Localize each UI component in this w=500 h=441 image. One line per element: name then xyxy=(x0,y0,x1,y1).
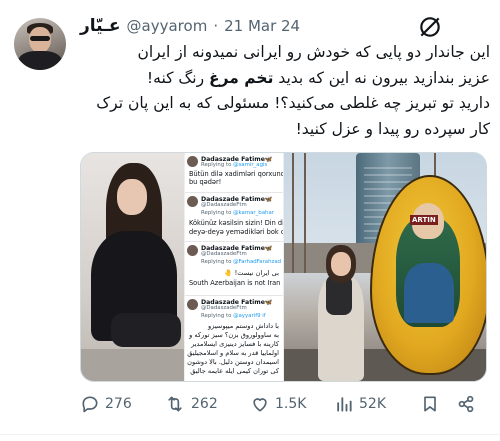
action-bar: 276 262 1.5K 52K xyxy=(80,392,485,416)
comment-avatar xyxy=(187,299,198,310)
tweet-line-1: این جاندار دو پایی که خودش رو ایرانی نمی… xyxy=(137,43,490,61)
comment-text: بی ایران نیست! 🤚 xyxy=(224,269,279,277)
views-icon xyxy=(337,397,352,412)
screenshot-comment-3: Dadaszade Fatime🦋 @DadaszadeFtm Replying… xyxy=(187,244,281,294)
comment-text: deyə-deyə yemədikləri bok ca xyxy=(189,228,283,236)
divider xyxy=(185,295,283,296)
like-icon xyxy=(253,398,267,412)
like-count: 1.5K xyxy=(275,396,307,412)
comment-handle: @DadaszadeFtm xyxy=(201,202,247,208)
comment-text: Kökünüz kəsilsin sizin! Din din xyxy=(189,219,283,227)
photo-comments-screenshot[interactable]: Dadaszade Fatime🦋 Replying to @samir_agi… xyxy=(185,153,283,381)
comment-reply-handle: @kamar_bahar xyxy=(233,210,274,216)
comment-reply-handle: @ayyarif9 if xyxy=(233,313,266,319)
screenshot-comment-4: Dadaszade Fatime🦋 @DadaszadeFtm Replying… xyxy=(187,298,281,380)
comment-handle: @DadaszadeFtm xyxy=(201,305,247,311)
comment-text: کارینه با فسایز دینیزی ایسلامدیر xyxy=(191,340,279,348)
comment-replying: Replying to @ayyarif9 if xyxy=(201,313,266,319)
comment-text: با داداش دوستم میپوسیزو xyxy=(208,322,279,330)
photo-face xyxy=(117,179,147,215)
screenshot-comment-1: Dadaszade Fatime🦋 Replying to @samir_agi… xyxy=(187,155,283,191)
repost-count: 262 xyxy=(191,396,218,412)
photo-tree xyxy=(304,153,306,273)
photo-ground xyxy=(81,349,184,381)
tweet-divider xyxy=(0,434,500,435)
avatar[interactable] xyxy=(14,18,66,70)
bookmark-icon xyxy=(424,396,436,412)
reply-button[interactable]: 276 xyxy=(80,392,132,416)
comment-text: اسیمدان دوستن دلیل. بالا دوشون xyxy=(187,358,279,366)
comment-text: کی توران کیمی ایله عایمه جالیق xyxy=(190,367,279,375)
photo-woman xyxy=(312,245,370,381)
tweet-bold-egg: تخم مرغ xyxy=(209,68,274,87)
tweet-line-3: داریڊ تو تبریز چه غلطی می‌کنید؟! مسئولی … xyxy=(96,94,490,112)
tweet-line-4: کار سپرده رو پیدا و عزل کنید! xyxy=(295,119,490,138)
comment-replying: Replying to @samir_agis xyxy=(201,162,268,168)
tweet-line-2-start: عزیز بندازید بیرون نه این که بدید xyxy=(278,68,490,87)
bookmark-button[interactable] xyxy=(420,392,440,416)
comment-avatar xyxy=(187,196,198,207)
tweet-line-2-end: رنگ کنه! xyxy=(146,68,210,87)
views-count: 52K xyxy=(359,396,386,412)
egg-figure-dress xyxy=(404,263,454,323)
repost-icon xyxy=(168,396,182,412)
photo-tree xyxy=(292,153,294,273)
comment-handle: @DadaszadeFtm xyxy=(201,251,247,257)
photo-woman-egg[interactable]: ARTIN xyxy=(284,153,486,381)
comment-text: South Azerbaijan is not Iran xyxy=(189,279,281,287)
screenshot-comment-2: Dadaszade Fatime🦋 @DadaszadeFtm Replying… xyxy=(187,195,283,239)
comment-text: به ساوولوروق بزن؟ سیز تورکه و xyxy=(189,331,279,339)
comment-text: bu qədər! xyxy=(189,178,222,186)
tweet-date[interactable]: 21 Mar 24 xyxy=(224,17,300,35)
comment-replying: Replying to @FarhadFarahzad xyxy=(201,259,282,265)
comment-avatar xyxy=(187,156,198,167)
divider xyxy=(185,192,283,193)
photo-leg xyxy=(111,313,181,347)
photo-woman-black[interactable] xyxy=(81,153,184,381)
woman-face xyxy=(331,252,351,276)
share-button[interactable] xyxy=(456,392,476,416)
comment-text: اولماییا قدر به سلام و اسلامجیلیق xyxy=(187,349,279,357)
share-icon xyxy=(458,395,474,413)
tweet-header: عـيّار @ayyarom · 21 Mar 24 xyxy=(80,14,300,38)
comment-replying: Replying to @kamar_bahar xyxy=(201,210,274,216)
display-name[interactable]: عـيّار xyxy=(80,16,121,36)
comment-avatar xyxy=(187,245,198,256)
avatar-body xyxy=(18,51,62,70)
divider xyxy=(185,241,283,242)
comment-reply-handle: @FarhadFarahzad xyxy=(233,259,282,265)
egg-sign: ARTIN xyxy=(410,215,438,225)
grok-icon[interactable] xyxy=(417,14,443,40)
like-button[interactable]: 1.5K xyxy=(250,392,306,416)
repost-button[interactable]: 262 xyxy=(164,392,218,416)
separator-dot: · xyxy=(213,17,219,35)
avatar-glasses xyxy=(30,36,50,41)
tweet-line-2: عزیز بندازید بیرون نه این که بدید تخم مر… xyxy=(80,66,490,92)
views-button[interactable]: 52K xyxy=(334,392,386,416)
tweet-text: این جاندار دو پایی که خودش رو ایرانی نمی… xyxy=(80,40,490,142)
user-handle[interactable]: @ayyarom xyxy=(127,17,208,35)
reply-count: 276 xyxy=(105,396,132,412)
comment-reply-handle: @samir_agis xyxy=(233,162,268,168)
comment-text: Bütün dilə xadimləri qorxunc və xyxy=(189,170,283,178)
media-grid: Dadaszade Fatime🦋 Replying to @samir_agi… xyxy=(80,152,487,382)
reply-icon xyxy=(82,396,98,413)
